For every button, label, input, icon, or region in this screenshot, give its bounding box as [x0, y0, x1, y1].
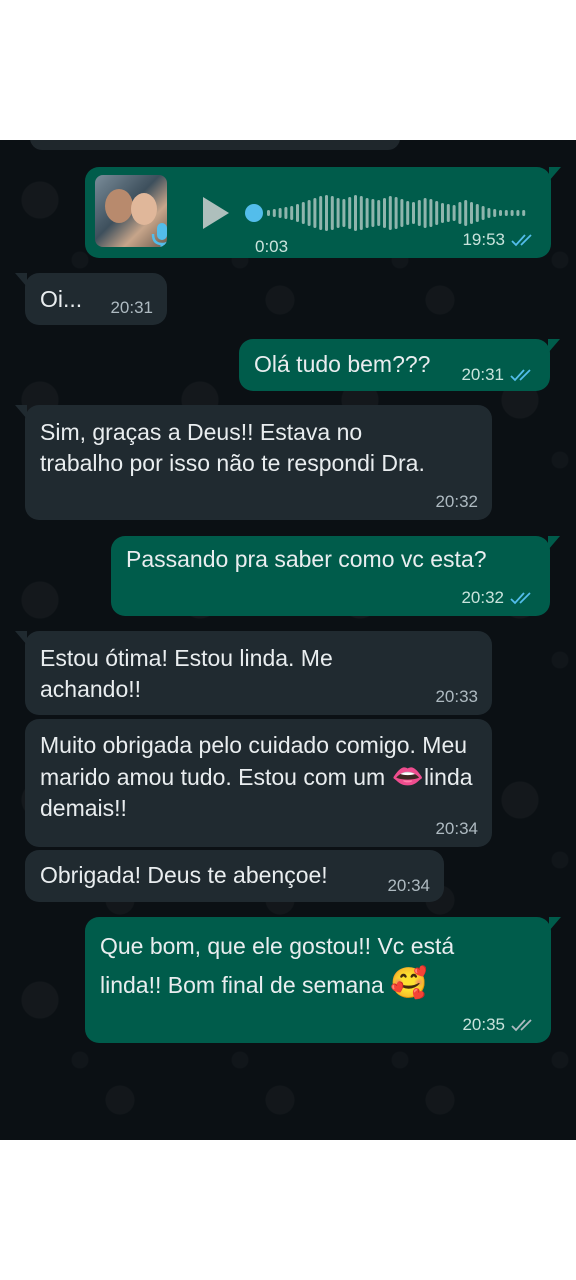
waveform-bar — [290, 206, 294, 220]
waveform-bar — [313, 198, 317, 228]
message-time: 20:32 — [435, 492, 478, 511]
double-check-icon — [510, 368, 531, 381]
waveform-bar — [429, 199, 433, 227]
message-time: 20:32 — [461, 589, 536, 606]
message-time: 20:34 — [435, 819, 478, 838]
waveform-bar — [301, 202, 305, 224]
waveform-bar — [458, 202, 462, 224]
voice-waveform[interactable] — [245, 193, 530, 233]
incoming-message[interactable]: Muito obrigada pelo cuidado comigo. Meu … — [25, 719, 492, 847]
waveform-bar — [510, 210, 514, 216]
outgoing-message[interactable]: Passando pra saber como vc esta? 20:32 — [111, 536, 560, 616]
message-text: Passando pra saber como vc esta? — [126, 546, 487, 572]
waveform-bar — [400, 199, 404, 227]
waveform-bar — [296, 204, 299, 222]
waveform-bar — [365, 198, 369, 228]
outgoing-message[interactable]: Olá tudo bem??? 20:31 — [239, 339, 560, 391]
smiling-hearts-emoji: 🥰 — [390, 967, 428, 1000]
waveform-bar — [470, 202, 473, 224]
waveform-bar — [412, 202, 415, 224]
message-time: 20:33 — [435, 687, 478, 706]
waveform-bar — [272, 209, 276, 217]
waveform-bar — [487, 208, 491, 218]
avatar — [95, 175, 167, 247]
message-time: 20:31 — [110, 298, 153, 317]
double-check-icon — [510, 591, 531, 604]
waveform-bar — [394, 197, 398, 229]
waveform-bar — [417, 200, 421, 226]
waveform-bar — [278, 208, 282, 218]
message-text: Estou ótima! Estou linda. Me achando!! — [40, 645, 333, 702]
waveform-bar — [359, 196, 363, 230]
voice-duration: 0:03 — [255, 237, 289, 256]
waveform-bar — [330, 196, 334, 230]
waveform-bar — [284, 207, 288, 219]
waveform-bar — [377, 200, 381, 226]
waveform-bar — [499, 210, 502, 216]
waveform-bar — [481, 206, 485, 220]
waveform-bar — [325, 195, 328, 231]
incoming-message[interactable]: Sim, graças a Deus!! Estava no trabalho … — [15, 405, 492, 520]
waveform-bar — [383, 198, 386, 228]
message-text: Oi... — [40, 286, 83, 312]
message-text: Olá tudo bem??? — [254, 351, 431, 377]
outgoing-message[interactable]: Que bom, que ele gostou!! Vc está linda!… — [85, 917, 561, 1043]
waveform-bar — [342, 199, 346, 227]
chat-area[interactable]: 0:03 19:53 Oi... 20:31 Olá tudo bem??? 2… — [0, 140, 576, 1140]
waveform-bar — [441, 203, 444, 223]
waveform-bar — [388, 196, 392, 230]
waveform-bar — [348, 197, 352, 229]
voice-message[interactable]: 0:03 19:53 — [85, 167, 561, 258]
waveform-bar — [336, 198, 340, 228]
message-text: Sim, graças a Deus!! Estava no trabalho … — [40, 419, 425, 476]
waveform-bar — [464, 200, 468, 226]
waveform-bar — [475, 204, 479, 222]
double-check-icon — [511, 1018, 532, 1031]
message-text: Que bom, que ele gostou!! Vc está linda!… — [100, 933, 455, 1000]
waveform-bar — [371, 199, 375, 227]
previous-message-edge — [30, 140, 400, 150]
waveform-bar — [522, 210, 526, 216]
double-check-icon — [511, 233, 532, 246]
play-icon[interactable] — [203, 197, 229, 229]
message-text: Obrigada! Deus te abençoe! — [40, 862, 328, 888]
playback-position-dot[interactable] — [245, 204, 263, 222]
waveform-bar — [319, 196, 323, 230]
message-text: Muito obrigada pelo cuidado comigo. Meu … — [40, 732, 473, 821]
message-time: 19:53 — [462, 231, 537, 248]
waveform-bar — [446, 204, 450, 222]
waveform-bar — [354, 195, 357, 231]
incoming-message[interactable]: Estou ótima! Estou linda. Me achando!! 2… — [15, 631, 492, 715]
waveform-bar — [267, 210, 270, 216]
mic-icon — [151, 223, 167, 247]
incoming-message[interactable]: Oi... 20:31 — [15, 273, 167, 325]
waveform-bar — [516, 210, 520, 216]
waveform-bar — [307, 200, 311, 226]
waveform-bar — [435, 201, 439, 225]
incoming-message[interactable]: Obrigada! Deus te abençoe! 20:34 — [25, 850, 444, 902]
waveform-bar — [504, 210, 508, 216]
message-time: 20:34 — [387, 876, 430, 895]
waveform-bar — [406, 201, 410, 225]
waveform-bar — [493, 209, 497, 217]
lips-emoji: 👄 — [391, 761, 424, 791]
message-time: 20:31 — [461, 366, 536, 383]
message-time: 20:35 — [462, 1016, 537, 1033]
waveform-bar — [452, 205, 456, 221]
waveform-bar — [423, 198, 427, 228]
